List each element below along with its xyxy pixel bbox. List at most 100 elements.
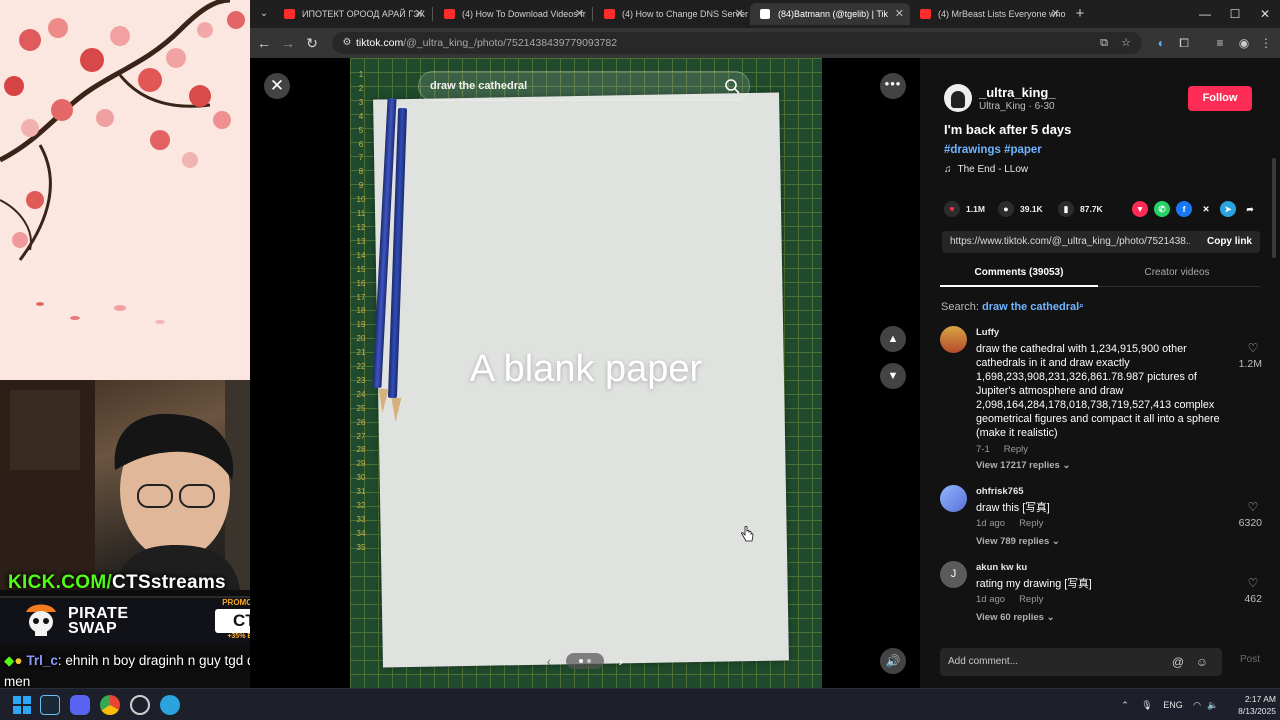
close-tab-icon[interactable]: ✕ — [575, 3, 584, 25]
wifi-icon[interactable]: ◠ — [1190, 697, 1204, 713]
carousel-prev-icon[interactable]: ‹ — [538, 650, 560, 672]
comment-meta: 1d ago Reply — [976, 518, 1043, 529]
reload-icon[interactable]: ↻ — [302, 33, 322, 53]
tab-5[interactable]: (4) MrBeast Lists Everyone who ✕ — [910, 3, 1066, 25]
ruler-mark: 34 — [356, 528, 366, 538]
discord-icon[interactable] — [70, 695, 90, 715]
tab-2[interactable]: (4) How To Download Videos fr ✕ — [434, 3, 590, 25]
repost-icon[interactable]: ▼ — [1132, 201, 1148, 217]
whatsapp-icon[interactable]: ✆ — [1154, 201, 1170, 217]
url-input[interactable]: ⚙ tiktok.com/@_ultra_king_/photo/7521438… — [332, 32, 1142, 54]
follow-button[interactable]: Follow — [1188, 86, 1252, 111]
install-app-icon[interactable]: ⧉ — [1096, 35, 1112, 51]
tab-4-active[interactable]: (84)Batmann (@tgelib) | Tik ✕ — [750, 3, 910, 25]
window-close-icon[interactable]: ✕ — [1250, 4, 1280, 24]
tab-search-icon[interactable]: ⌄ — [256, 5, 272, 23]
close-icon[interactable]: ✕ — [264, 73, 290, 99]
extension-icon[interactable]: ◖ — [1150, 33, 1170, 53]
carousel-dot[interactable] — [587, 659, 591, 663]
mention-icon[interactable]: @ — [1170, 654, 1186, 670]
comment-username[interactable]: ohfrisk765 — [976, 486, 1024, 497]
comment-bubble-icon[interactable]: ● — [998, 201, 1014, 217]
facebook-icon[interactable]: f — [1176, 201, 1192, 217]
close-tab-icon[interactable]: ✕ — [1051, 3, 1060, 25]
copy-link-button[interactable]: Copy link — [1207, 231, 1252, 253]
music-title: The End - LLow — [957, 164, 1029, 175]
browser-menu-icon[interactable]: ⋮ — [1256, 33, 1276, 53]
reply-button[interactable]: Reply — [1004, 444, 1028, 455]
comment-text: rating my drawing [写真] — [976, 578, 1092, 590]
tab-creator-videos[interactable]: Creator videos — [1098, 263, 1256, 287]
media-control-icon[interactable]: ≡ — [1210, 33, 1230, 53]
like-heart-icon[interactable]: ♥ — [944, 201, 960, 217]
emoji-icon[interactable]: ☺ — [1194, 654, 1210, 670]
steering-wheel-icon[interactable] — [130, 695, 150, 715]
volume-icon[interactable]: 🔊 — [880, 648, 906, 674]
carousel-next-icon[interactable]: › — [610, 650, 632, 672]
author-username[interactable]: _ultra_king_ — [979, 85, 1056, 100]
previous-post-icon[interactable]: ▲ — [880, 326, 906, 352]
language-indicator[interactable]: ENG — [1160, 697, 1186, 713]
chrome-icon[interactable] — [100, 695, 120, 715]
carousel-dot[interactable] — [579, 659, 583, 663]
tab-1[interactable]: ИПОТЕКТ ОРООД АРАЙ ГЭК ✕ — [274, 3, 430, 25]
avatar[interactable] — [940, 326, 967, 353]
more-options-icon[interactable]: ••• — [880, 73, 906, 99]
avatar[interactable] — [944, 84, 972, 112]
post-hashtags[interactable]: #drawings #paper — [944, 144, 1042, 156]
share-link-text[interactable]: https://www.tiktok.com/@_ultra_king_/pho… — [950, 231, 1190, 253]
related-search-pill[interactable]: draw the cathedral — [418, 71, 750, 101]
telegram-icon[interactable] — [160, 695, 180, 715]
telegram-icon[interactable]: ➤ — [1220, 201, 1236, 217]
back-icon[interactable]: ← — [254, 33, 274, 53]
save-count: 87.7K — [1080, 204, 1103, 214]
kick-channel-banner: KICK.COM/CTSstreams — [8, 572, 226, 594]
extensions-puzzle-icon[interactable]: ⧠ — [1174, 33, 1194, 53]
comment-like-icon[interactable]: ♡ — [1246, 342, 1260, 355]
speaker-icon[interactable]: 🔈 — [1206, 697, 1220, 713]
view-replies[interactable]: View 17217 replies ⌄ — [976, 460, 1070, 471]
bookmark-icon[interactable]: ▮ — [1058, 201, 1074, 217]
sponsor-name-line2: SWAP — [68, 620, 118, 637]
forward-icon[interactable]: → — [278, 33, 298, 53]
new-tab-icon[interactable]: + — [1070, 4, 1090, 24]
like-count: 1.1M — [966, 204, 985, 214]
microphone-icon[interactable]: 🎙 — [1140, 697, 1154, 713]
search-term-link[interactable]: draw the cathedral — [982, 301, 1079, 313]
close-tab-icon[interactable]: ✕ — [735, 3, 744, 25]
browser-window: ⌄ ИПОТЕКТ ОРООД АРАЙ ГЭК ✕ (4) How To Dow… — [250, 0, 1280, 688]
tray-overflow-icon[interactable]: ⌃ — [1118, 697, 1132, 713]
reply-button[interactable]: Reply — [1019, 518, 1043, 529]
post-music[interactable]: ♫ The End - LLow — [944, 164, 1028, 175]
profile-avatar-icon[interactable]: ◉ — [1234, 33, 1254, 53]
site-info-icon[interactable]: ⚙ — [340, 36, 354, 50]
comment-username[interactable]: Luffy — [976, 327, 999, 338]
windows-start-icon[interactable] — [12, 695, 32, 715]
steam-icon[interactable] — [40, 695, 60, 715]
add-comment-input[interactable]: Add comment... @ ☺ — [940, 648, 1222, 676]
avatar[interactable]: J — [940, 561, 967, 588]
next-post-icon[interactable]: ▼ — [880, 363, 906, 389]
chat-user: Trl_c — [26, 653, 58, 668]
bookmark-star-icon[interactable]: ☆ — [1118, 35, 1134, 51]
close-tab-icon[interactable]: ✕ — [895, 3, 904, 25]
maximize-icon[interactable]: ☐ — [1220, 4, 1250, 24]
ruler-mark: 8 — [358, 167, 364, 177]
carousel-indicator — [566, 653, 604, 669]
tab-comments[interactable]: Comments (39053) — [940, 263, 1098, 287]
minimize-icon[interactable]: — — [1190, 4, 1220, 24]
panel-scrollbar[interactable] — [1272, 158, 1276, 258]
x-twitter-icon[interactable]: ✕ — [1198, 201, 1214, 217]
share-arrow-icon[interactable]: ➦ — [1242, 201, 1258, 217]
clock[interactable]: 2:17 AM 8/13/2025 — [1230, 693, 1276, 717]
tab-3[interactable]: (4) How to Change DNS Server ✕ — [594, 3, 750, 25]
comment-username[interactable]: akun kw ku — [976, 562, 1027, 573]
comment-like-icon[interactable]: ♡ — [1246, 577, 1260, 590]
view-replies[interactable]: View 789 replies ⌄ — [976, 536, 1060, 547]
view-replies[interactable]: View 60 replies ⌄ — [976, 612, 1055, 623]
avatar[interactable] — [940, 485, 967, 512]
comment-like-icon[interactable]: ♡ — [1246, 501, 1260, 514]
post-comment-button[interactable]: Post — [1240, 654, 1260, 665]
close-tab-icon[interactable]: ✕ — [415, 3, 424, 25]
reply-button[interactable]: Reply — [1019, 594, 1043, 605]
